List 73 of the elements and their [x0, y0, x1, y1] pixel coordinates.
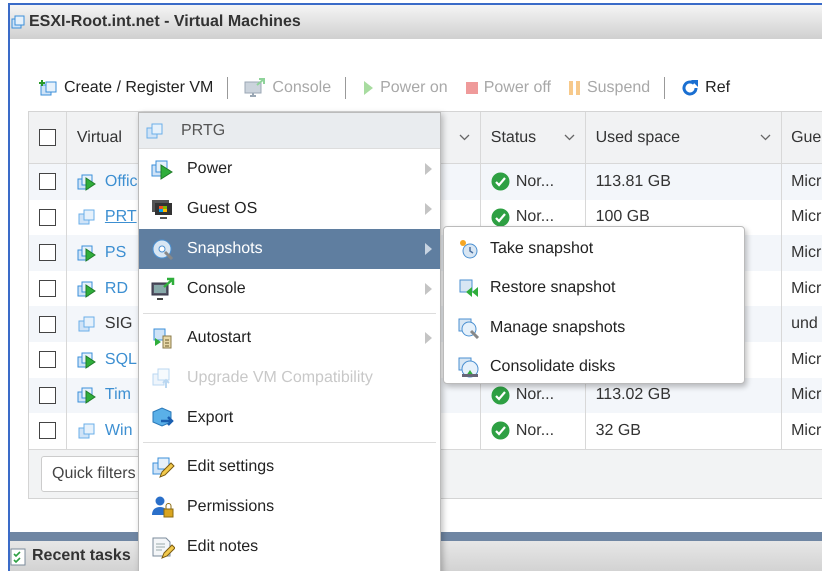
caret-icon[interactable]	[458, 134, 470, 141]
window-title: ESXI-Root.int.net - Virtual Machines	[29, 13, 301, 31]
check-circle-icon	[490, 421, 510, 440]
menu-item[interactable]: Power	[139, 149, 440, 189]
table-cell: Micr	[791, 244, 822, 262]
menu-item[interactable]: Export	[139, 398, 440, 438]
column-header[interactable]: Gue	[791, 128, 822, 146]
check-circle-icon	[490, 386, 510, 405]
note-pencil-icon	[151, 535, 175, 559]
table-cell: 32 GB	[596, 422, 641, 440]
table-cell: Micr	[791, 350, 822, 369]
clock-rewind-icon	[458, 277, 480, 300]
play-icon	[362, 80, 374, 96]
table-cell: 113.02 GB	[596, 386, 671, 404]
checkbox[interactable]	[38, 244, 56, 262]
checkbox[interactable]	[38, 173, 56, 190]
clock-star-icon	[458, 238, 480, 260]
monitor-arrow-icon	[151, 277, 175, 301]
table-cell: Micr	[791, 386, 822, 404]
submenu-arrow-icon	[425, 203, 432, 215]
status-text: Nor...	[516, 422, 554, 440]
status-text: Nor...	[516, 386, 554, 404]
menu-item[interactable]: Consolidate disks	[444, 348, 744, 387]
vm-name[interactable]: SIG	[104, 315, 132, 334]
pause-icon	[568, 81, 581, 95]
checkbox[interactable]	[38, 280, 56, 298]
menu-item[interactable]: Restore snapshot	[444, 268, 744, 308]
stop-icon	[466, 82, 478, 94]
toolbar-button[interactable]: Ref	[677, 79, 734, 97]
submenu-arrow-icon	[425, 163, 432, 175]
vm-icon	[145, 120, 165, 140]
vm-pencil-icon	[151, 455, 175, 479]
checkbox[interactable]	[38, 386, 56, 404]
table-cell: Micr	[791, 280, 822, 298]
vm-add-icon	[38, 79, 58, 97]
menu-item[interactable]: Autostart	[139, 318, 440, 358]
disk-icon	[458, 356, 480, 378]
person-lock-icon	[151, 495, 175, 519]
menu-item[interactable]: Edit notes	[139, 527, 440, 567]
menu-item[interactable]: Console	[139, 269, 440, 309]
menu-item[interactable]: Guest OS	[139, 189, 440, 229]
refresh-icon	[681, 79, 700, 97]
table-cell: 113.81 GB	[596, 172, 671, 191]
table-cell: 100 GB	[596, 208, 650, 226]
menu-item[interactable]: Snapshots	[139, 229, 440, 269]
checkbox[interactable]	[38, 129, 56, 146]
menu-item[interactable]: Manage snapshots	[444, 308, 744, 348]
checkbox[interactable]	[38, 351, 56, 368]
monitor-icon	[244, 78, 266, 98]
menu-item[interactable]: Take snapshot	[444, 229, 744, 268]
menu-title: PRTG	[181, 122, 226, 140]
table-cell: Micr	[791, 422, 822, 440]
panel-title: Recent tasks	[32, 547, 131, 565]
column-header[interactable]: Status	[490, 128, 536, 146]
caret-icon[interactable]	[564, 134, 575, 141]
status-text: Nor...	[516, 172, 554, 191]
check-circle-icon	[490, 172, 510, 192]
column-header[interactable]: Virtual	[76, 128, 122, 146]
table-cell: Micr	[791, 172, 822, 191]
submenu-arrow-icon	[425, 283, 432, 295]
submenu-arrow-icon	[425, 243, 432, 255]
submenu-arrow-icon	[425, 332, 432, 344]
checkbox[interactable]	[38, 422, 56, 440]
vm-icon	[11, 14, 25, 30]
monitor-icon	[151, 197, 175, 221]
status-text: Nor...	[516, 208, 554, 226]
checkbox[interactable]	[38, 316, 56, 333]
checkbox[interactable]	[38, 208, 56, 226]
table-cell: Micr	[791, 208, 822, 226]
caret-icon[interactable]	[760, 134, 772, 141]
table-cell: und	[791, 315, 818, 334]
toolbar-button[interactable]: Create / Register VM	[34, 79, 218, 97]
column-header[interactable]: Used space	[596, 128, 680, 146]
